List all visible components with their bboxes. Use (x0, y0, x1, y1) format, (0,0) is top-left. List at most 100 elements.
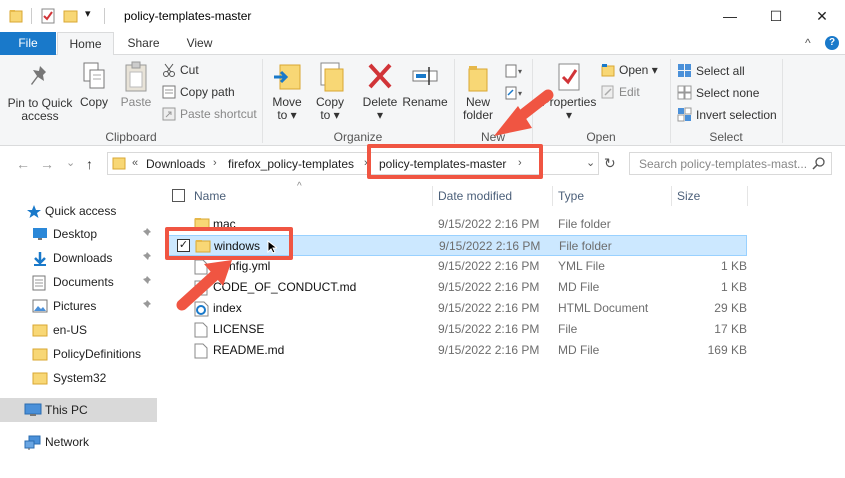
documents-icon (32, 275, 46, 294)
delete-label-2: ▾ (376, 108, 384, 122)
select-none-button[interactable]: Select none (677, 85, 759, 100)
move-to-button[interactable]: Move to ▾ (268, 61, 306, 122)
pin-icon[interactable] (142, 227, 152, 240)
new-folder-quick-icon[interactable] (63, 8, 79, 24)
new-folder-button[interactable]: New folder (458, 61, 498, 122)
table-row[interactable]: README.md 9/15/2022 2:16 PM MD File 169 … (166, 340, 747, 361)
edit-button[interactable]: Edit (601, 85, 640, 99)
minimize-button[interactable]: — (707, 0, 753, 32)
copy-path-label: Copy path (180, 85, 235, 99)
file-type: MD File (558, 280, 600, 294)
sidebar-item-policydefinitions[interactable]: PolicyDefinitions (0, 342, 157, 366)
up-arrow-icon[interactable]: ↑ (86, 156, 93, 172)
file-name: .config.yml (213, 259, 271, 273)
sidebar-item-quick-access[interactable]: Quick access (0, 199, 157, 223)
file-name: CODE_OF_CONDUCT.md (213, 280, 357, 294)
address-dropdown-chevron-icon[interactable]: ⌄ (586, 156, 595, 169)
move-to-icon (274, 64, 301, 90)
sidebar-item-system32[interactable]: System32 (0, 366, 157, 390)
column-header-date[interactable]: Date modified (438, 189, 512, 203)
breadcrumb-firefox-policy-templates[interactable]: firefox_policy-templates (228, 157, 354, 171)
file-date: 9/15/2022 2:16 PM (439, 239, 541, 253)
file-type: HTML Document (558, 301, 649, 315)
search-input[interactable]: Search policy-templates-mast... (629, 152, 832, 175)
copy-icon (83, 62, 105, 89)
sidebar-item-desktop[interactable]: Desktop (0, 222, 157, 246)
sidebar-item-pictures[interactable]: Pictures (0, 294, 157, 318)
file-date: 9/15/2022 2:16 PM (438, 301, 540, 315)
back-arrow-icon[interactable]: ← (16, 156, 30, 172)
column-divider[interactable] (671, 186, 672, 206)
sidebar-item-this-pc[interactable]: This PC (0, 398, 157, 422)
paste-shortcut-button[interactable]: Paste shortcut (162, 107, 257, 121)
customize-quick-access-dropdown[interactable]: ▾ (85, 7, 91, 23)
help-button[interactable]: ? (825, 36, 839, 50)
file-type: YML File (558, 259, 605, 273)
collapse-ribbon-button[interactable]: ^ (805, 36, 811, 50)
close-button[interactable]: ✕ (799, 0, 845, 32)
open-button[interactable]: Open ▾ (601, 63, 658, 77)
tab-file[interactable]: File (0, 32, 56, 55)
file-date: 9/15/2022 2:16 PM (438, 217, 540, 231)
tab-home[interactable]: Home (57, 32, 114, 56)
pin-icon[interactable] (142, 251, 152, 264)
column-divider[interactable] (747, 186, 748, 206)
table-row[interactable]: CODE_OF_CONDUCT.md 9/15/2022 2:16 PM MD … (166, 277, 747, 298)
new-item-icon[interactable]: ▾ (505, 64, 525, 81)
pin-to-quick-access-button[interactable]: Pin to Quick access (4, 61, 76, 123)
column-header-type[interactable]: Type (558, 189, 584, 203)
forward-arrow-icon[interactable]: → (40, 156, 54, 172)
properties-label-1: Properties (541, 95, 597, 109)
file-name: index (213, 301, 242, 315)
delete-button[interactable]: Delete ▾ (359, 61, 401, 122)
file-type: File folder (559, 239, 612, 253)
svg-text:▾: ▾ (518, 67, 522, 76)
copy-path-button[interactable]: Copy path (162, 85, 235, 99)
sidebar-item-en-us[interactable]: en-US (0, 318, 157, 342)
file-size: 17 KB (714, 322, 747, 336)
window-title: policy-templates-master (124, 9, 252, 23)
file-size: 169 KB (707, 343, 747, 357)
pin-icon[interactable] (142, 275, 152, 288)
pin-icon[interactable] (142, 299, 152, 312)
easy-access-icon[interactable]: ▾ (505, 86, 525, 103)
sidebar-item-label: Quick access (45, 204, 117, 218)
cut-button[interactable]: Cut (162, 63, 199, 77)
rename-button[interactable]: Rename (402, 61, 448, 109)
rename-label: Rename (402, 95, 448, 109)
copy-to-button[interactable]: Copy to ▾ (311, 61, 349, 122)
sidebar-item-downloads[interactable]: Downloads (0, 246, 157, 270)
paste-button[interactable]: Paste (116, 61, 156, 109)
column-header-name[interactable]: Name (194, 189, 226, 203)
breadcrumb-downloads[interactable]: Downloads (146, 157, 205, 171)
title-bar: ▾ policy-templates-master — ☐ ✕ (0, 0, 845, 32)
sidebar-item-label: Network (45, 435, 90, 449)
select-all-checkbox[interactable] (172, 189, 185, 202)
open-label: Open ▾ (619, 63, 658, 77)
new-folder-label-2: folder (462, 108, 494, 122)
pictures-icon (32, 299, 48, 316)
breadcrumb-separator[interactable]: › (213, 157, 217, 169)
column-header-size[interactable]: Size (677, 189, 700, 203)
maximize-button[interactable]: ☐ (753, 0, 799, 32)
address-overflow[interactable]: « (132, 157, 138, 169)
table-row[interactable]: index 9/15/2022 2:16 PM HTML Document 29… (166, 298, 747, 319)
refresh-icon[interactable]: ↻ (604, 155, 616, 172)
properties-quick-icon[interactable] (40, 8, 56, 24)
recent-locations-chevron-icon[interactable]: ⌄ (66, 156, 75, 169)
column-divider[interactable] (552, 186, 553, 206)
column-divider[interactable] (432, 186, 433, 206)
tab-share[interactable]: Share (116, 32, 171, 55)
copy-path-icon (162, 85, 176, 99)
properties-button[interactable]: Properties ▾ (541, 61, 597, 122)
sidebar-item-documents[interactable]: Documents (0, 270, 157, 294)
table-row[interactable]: LICENSE 9/15/2022 2:16 PM File 17 KB (166, 319, 747, 340)
folder-icon[interactable] (9, 8, 25, 24)
folder-icon (112, 156, 126, 173)
invert-selection-button[interactable]: Invert selection (677, 107, 777, 122)
select-all-button[interactable]: Select all (677, 63, 745, 78)
sidebar-item-network[interactable]: Network (0, 430, 157, 454)
tab-view[interactable]: View (173, 32, 226, 55)
copy-button[interactable]: Copy (77, 61, 111, 109)
file-date: 9/15/2022 2:16 PM (438, 259, 540, 273)
